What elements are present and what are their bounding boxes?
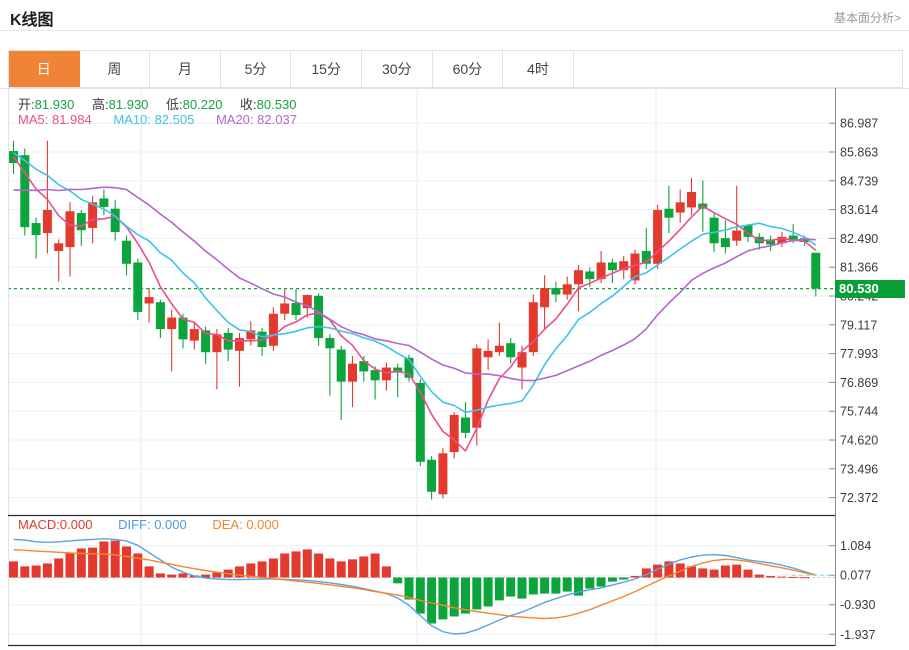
ohlc-row: 开:81.930 高:81.930 低:80.220 收:80.530 <box>18 94 310 113</box>
svg-text:74.620: 74.620 <box>840 434 878 448</box>
low-label: 低: <box>166 97 183 112</box>
svg-text:86.987: 86.987 <box>840 117 878 131</box>
svg-text:73.496: 73.496 <box>840 462 878 476</box>
svg-text:1.084: 1.084 <box>840 539 871 553</box>
ma10-label: MA10: <box>113 112 151 127</box>
diff-value: 0.000 <box>154 517 187 532</box>
ma5-value: 81.984 <box>52 112 92 127</box>
open-value: 81.930 <box>35 97 75 112</box>
macd-header-row: MACD:0.000 DIFF: 0.000 DEA: 0.000 <box>18 517 279 532</box>
close-value: 80.530 <box>257 97 297 112</box>
svg-text:0.077: 0.077 <box>840 569 871 583</box>
high-value: 81.930 <box>109 97 149 112</box>
svg-text:84.739: 84.739 <box>840 174 878 188</box>
svg-text:85.863: 85.863 <box>840 145 878 159</box>
open-label: 开: <box>18 97 35 112</box>
svg-text:81.366: 81.366 <box>840 261 878 275</box>
dea-value: 0.000 <box>246 517 279 532</box>
low-value: 80.220 <box>183 97 223 112</box>
dea-label: DEA: <box>212 517 242 532</box>
svg-text:75.744: 75.744 <box>840 405 878 419</box>
close-label: 收: <box>240 97 257 112</box>
diff-label: DIFF: <box>118 517 151 532</box>
svg-text:82.490: 82.490 <box>840 232 878 246</box>
svg-text:72.372: 72.372 <box>840 491 878 505</box>
svg-text:76.869: 76.869 <box>840 376 878 390</box>
svg-text:79.117: 79.117 <box>840 318 877 332</box>
svg-text:-1.937: -1.937 <box>840 628 875 642</box>
svg-text:-0.930: -0.930 <box>840 598 875 612</box>
ma10-value: 82.505 <box>155 112 195 127</box>
macd-value: 0.000 <box>60 517 93 532</box>
price-badge: 80.530 <box>835 280 905 298</box>
ma5-label: MA5: <box>18 112 48 127</box>
ma20-label: MA20: <box>216 112 254 127</box>
svg-text:83.614: 83.614 <box>840 203 878 217</box>
ma-row: MA5: 81.984 MA10: 82.505 MA20: 82.037 <box>18 112 297 127</box>
high-label: 高: <box>92 97 109 112</box>
ma20-value: 82.037 <box>257 112 297 127</box>
svg-text:77.993: 77.993 <box>840 347 878 361</box>
macd-label: MACD: <box>18 517 60 532</box>
